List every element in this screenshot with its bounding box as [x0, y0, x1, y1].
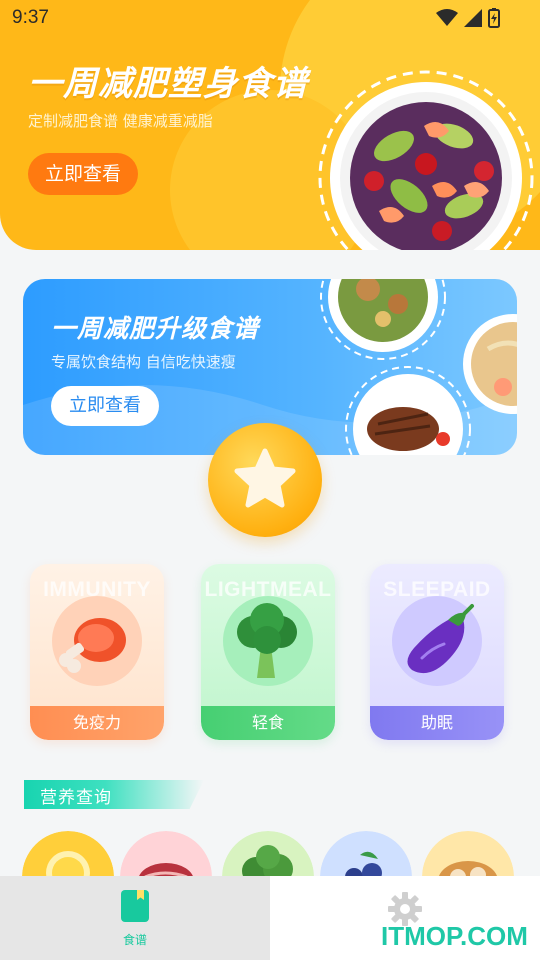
banner2-view-button[interactable]: 立即查看	[51, 386, 159, 426]
hero-title: 一周减肥塑身食谱	[28, 64, 308, 104]
broccoli-icon	[237, 603, 297, 678]
hero-view-button[interactable]: 立即查看	[28, 153, 138, 195]
status-icons	[436, 8, 500, 28]
category-card-immunity[interactable]: IMMUNITY 免疫力	[30, 564, 164, 740]
recipe-book-icon	[121, 890, 149, 922]
status-time: 9:37	[12, 7, 49, 28]
eggplant-icon	[407, 604, 474, 674]
meat-icon	[59, 618, 126, 673]
section-title: 营养查询	[40, 788, 112, 808]
category-card-light-meal[interactable]: LIGHTMEAL 轻食	[201, 564, 335, 740]
wifi-icon	[436, 9, 458, 26]
category-label: 免疫力	[30, 706, 164, 740]
salad-plate-image	[318, 70, 534, 250]
category-label: 轻食	[201, 706, 335, 740]
hero-subtitle: 定制减肥食谱 健康减重减脂	[28, 112, 213, 130]
banner2-title: 一周减肥升级食谱	[51, 314, 260, 343]
tab-label: 食谱	[122, 933, 147, 947]
category-card-sleep-aid[interactable]: SLEEPAID 助眠	[370, 564, 504, 740]
category-label: 助眠	[370, 706, 504, 740]
star-icon	[234, 448, 296, 508]
cellular-signal-icon	[464, 9, 482, 27]
site-watermark: ITMOP.COM	[381, 921, 528, 951]
hero-banner[interactable]: 一周减肥塑身食谱 定制减肥食谱 健康减重减脂 立即查看	[0, 0, 540, 250]
status-bar: 9:37	[0, 0, 540, 36]
nutrition-section-heading: 营养查询	[24, 780, 204, 809]
battery-icon	[488, 8, 500, 28]
favorite-star-button[interactable]	[208, 423, 322, 537]
tab-recipes[interactable]: 食谱	[0, 876, 270, 960]
dishes-image	[320, 279, 517, 455]
banner2-subtitle: 专属饮食结构 自信吃快速瘦	[51, 353, 236, 371]
